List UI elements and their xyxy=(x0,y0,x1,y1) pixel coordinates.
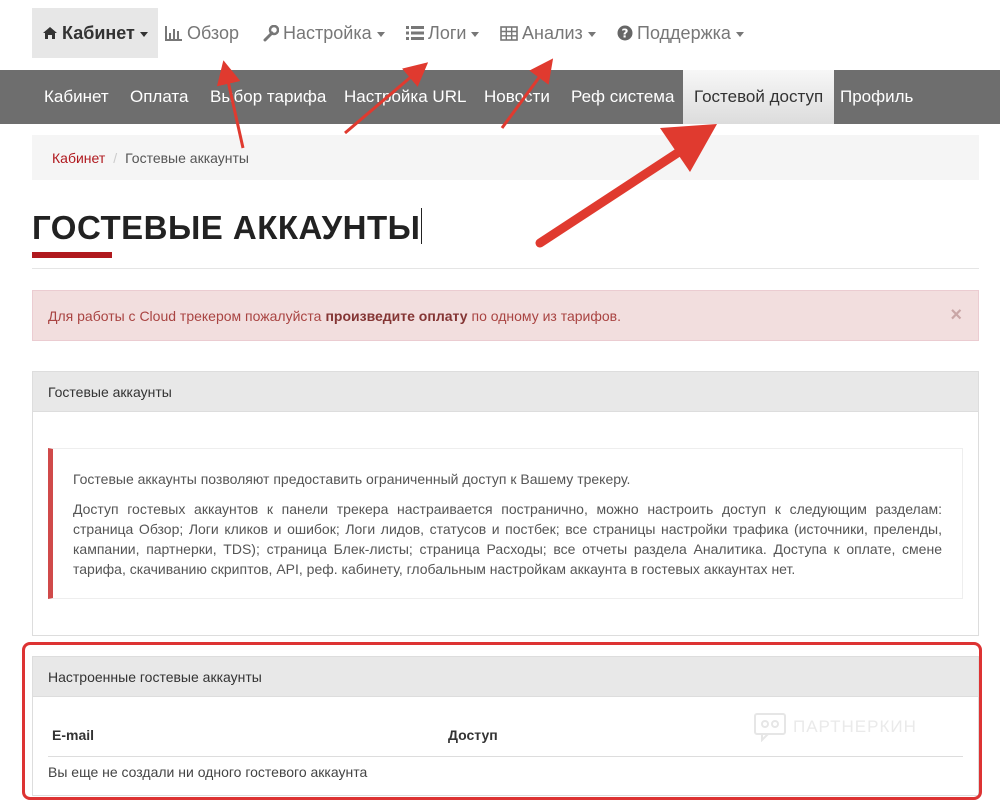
subnav-cabinet[interactable]: Кабинет xyxy=(44,70,109,124)
question-circle-icon: ? xyxy=(617,25,633,41)
topnav-support-label: Поддержка xyxy=(637,22,731,43)
topnav-overview-label: Обзор xyxy=(187,22,239,43)
subnav-url-settings[interactable]: Настройка URL xyxy=(344,70,466,124)
page-title-text: ГОСТЕВЫЕ АККАУНТЫ xyxy=(32,209,421,246)
highlight-box xyxy=(22,642,982,800)
topnav-analysis-label: Анализ xyxy=(522,22,583,43)
topnav-cabinet[interactable]: Кабинет xyxy=(32,8,158,58)
home-icon xyxy=(42,26,58,40)
close-icon[interactable]: × xyxy=(950,304,962,327)
chevron-down-icon xyxy=(376,31,385,37)
breadcrumb-separator: / xyxy=(113,149,118,166)
breadcrumb-current: Гостевые аккаунты xyxy=(125,149,249,166)
topnav-cabinet-label: Кабинет xyxy=(62,22,135,43)
topnav-support[interactable]: ? Поддержка xyxy=(617,8,744,58)
secondary-navbar: Кабинет Оплата Выбор тарифа Настройка UR… xyxy=(0,70,1000,124)
subnav-payment[interactable]: Оплата xyxy=(130,70,188,124)
chevron-down-icon xyxy=(735,31,744,37)
subnav-referral[interactable]: Реф система xyxy=(571,70,674,124)
wrench-icon xyxy=(262,24,279,42)
text-cursor xyxy=(421,208,423,244)
svg-text:?: ? xyxy=(622,27,629,41)
subnav-profile[interactable]: Профиль xyxy=(840,70,913,124)
subnav-tariff[interactable]: Выбор тарифа xyxy=(210,70,326,124)
title-underline xyxy=(32,252,112,258)
subnav-news[interactable]: Новости xyxy=(484,70,550,124)
alert-payment-link[interactable]: произведите оплату xyxy=(325,308,467,324)
alert-suffix: по одному из тарифов. xyxy=(471,307,622,324)
list-icon xyxy=(406,26,424,40)
topnav-analysis[interactable]: Анализ xyxy=(500,8,596,58)
chevron-down-icon xyxy=(471,31,480,37)
topnav-settings-label: Настройка xyxy=(283,22,372,43)
top-navbar: Кабинет Обзор Настройка Логи Анализ ? По… xyxy=(0,0,1000,70)
info-paragraph-2: Доступ гостевых аккаунтов к панели треке… xyxy=(73,501,942,577)
bar-chart-icon xyxy=(165,25,183,41)
info-paragraph-1: Гостевые аккаунты позволяют предоставить… xyxy=(73,471,631,487)
subnav-guest-access[interactable]: Гостевой доступ xyxy=(683,70,835,124)
topnav-overview[interactable]: Обзор xyxy=(165,8,239,58)
topnav-logs[interactable]: Логи xyxy=(406,8,480,58)
chevron-down-icon xyxy=(587,31,596,37)
table-icon xyxy=(500,25,518,41)
topnav-logs-label: Логи xyxy=(428,22,467,43)
info-callout: Гостевые аккаунты позволяют предоставить… xyxy=(48,448,963,599)
topnav-settings[interactable]: Настройка xyxy=(262,8,385,58)
breadcrumb: Кабинет / Гостевые аккаунты xyxy=(32,135,979,180)
alert-prefix: Для работы с Cloud трекером пожалуйста xyxy=(48,307,322,324)
breadcrumb-home-link[interactable]: Кабинет xyxy=(52,150,105,166)
chevron-down-icon xyxy=(139,31,148,37)
payment-alert: Для работы с Cloud трекером пожалуйста п… xyxy=(32,290,979,341)
divider xyxy=(32,268,979,269)
guest-info-panel: Гостевые аккаунты Гостевые аккаунты позв… xyxy=(32,371,979,636)
page-title: ГОСТЕВЫЕ АККАУНТЫ xyxy=(32,208,423,247)
panel-heading: Гостевые аккаунты xyxy=(33,372,978,412)
